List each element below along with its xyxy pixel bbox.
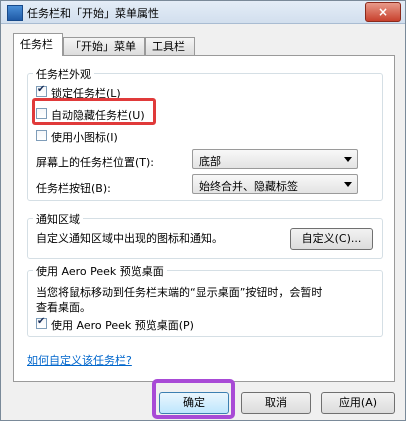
aero-peek-description-line1: 当您将鼠标移动到任务栏末端的“显示桌面”按钮时，会暂时 <box>36 286 323 299</box>
tab-toolbars[interactable]: 工具栏 <box>145 37 195 55</box>
taskbar-properties-icon <box>7 5 23 21</box>
aero-peek-check[interactable] <box>36 316 47 329</box>
notification-group-title: 通知区域 <box>33 211 83 227</box>
customize-button[interactable]: 自定义(C)... <box>290 228 373 250</box>
close-icon: × <box>377 5 389 19</box>
lock-taskbar-check[interactable] <box>36 84 47 97</box>
location-label: 屏幕上的任务栏位置(T): <box>36 156 155 169</box>
chevron-down-icon <box>344 182 352 187</box>
notification-description: 自定义通知区域中出现的图标和通知。 <box>36 232 223 245</box>
highlight-auto-hide <box>32 98 156 125</box>
taskbar-buttons-label: 任务栏按钮(B): <box>36 182 111 195</box>
location-value: 底部 <box>199 155 221 168</box>
aero-peek-label: 使用 Aero Peek 预览桌面(P) <box>51 319 194 332</box>
aero-peek-group-title: 使用 Aero Peek 预览桌面 <box>33 263 167 279</box>
taskbar-buttons-select[interactable]: 始终合并、隐藏标签 <box>192 174 358 194</box>
tab-panel: 任务栏外观 锁定任务栏(L) 自动隐藏任务栏(U) 使用小图标(I) 屏幕上的任… <box>13 55 395 382</box>
title-bar: 任务栏和「开始」菜单属性 × <box>1 1 405 24</box>
small-icons-label: 使用小图标(I) <box>51 131 118 144</box>
chevron-down-icon <box>344 157 352 162</box>
location-select[interactable]: 底部 <box>192 149 358 169</box>
dialog-window: 任务栏和「开始」菜单属性 × 任务栏 「开始」菜单 工具栏 任务栏外观 锁定任务… <box>0 0 406 421</box>
cancel-button[interactable]: 取消 <box>241 392 311 414</box>
help-link[interactable]: 如何自定义该任务栏? <box>27 352 132 368</box>
close-button[interactable]: × <box>365 2 401 22</box>
aero-peek-description-line2: 查看桌面。 <box>36 301 91 314</box>
window-title: 任务栏和「开始」菜单属性 <box>27 7 159 20</box>
highlight-ok <box>152 379 235 419</box>
appearance-group-title: 任务栏外观 <box>33 66 94 82</box>
small-icons-check[interactable] <box>36 130 47 141</box>
taskbar-buttons-value: 始终合并、隐藏标签 <box>199 180 298 193</box>
tab-start-menu[interactable]: 「开始」菜单 <box>63 37 145 55</box>
apply-button[interactable]: 应用(A) <box>321 392 395 414</box>
tab-taskbar[interactable]: 任务栏 <box>13 33 63 56</box>
